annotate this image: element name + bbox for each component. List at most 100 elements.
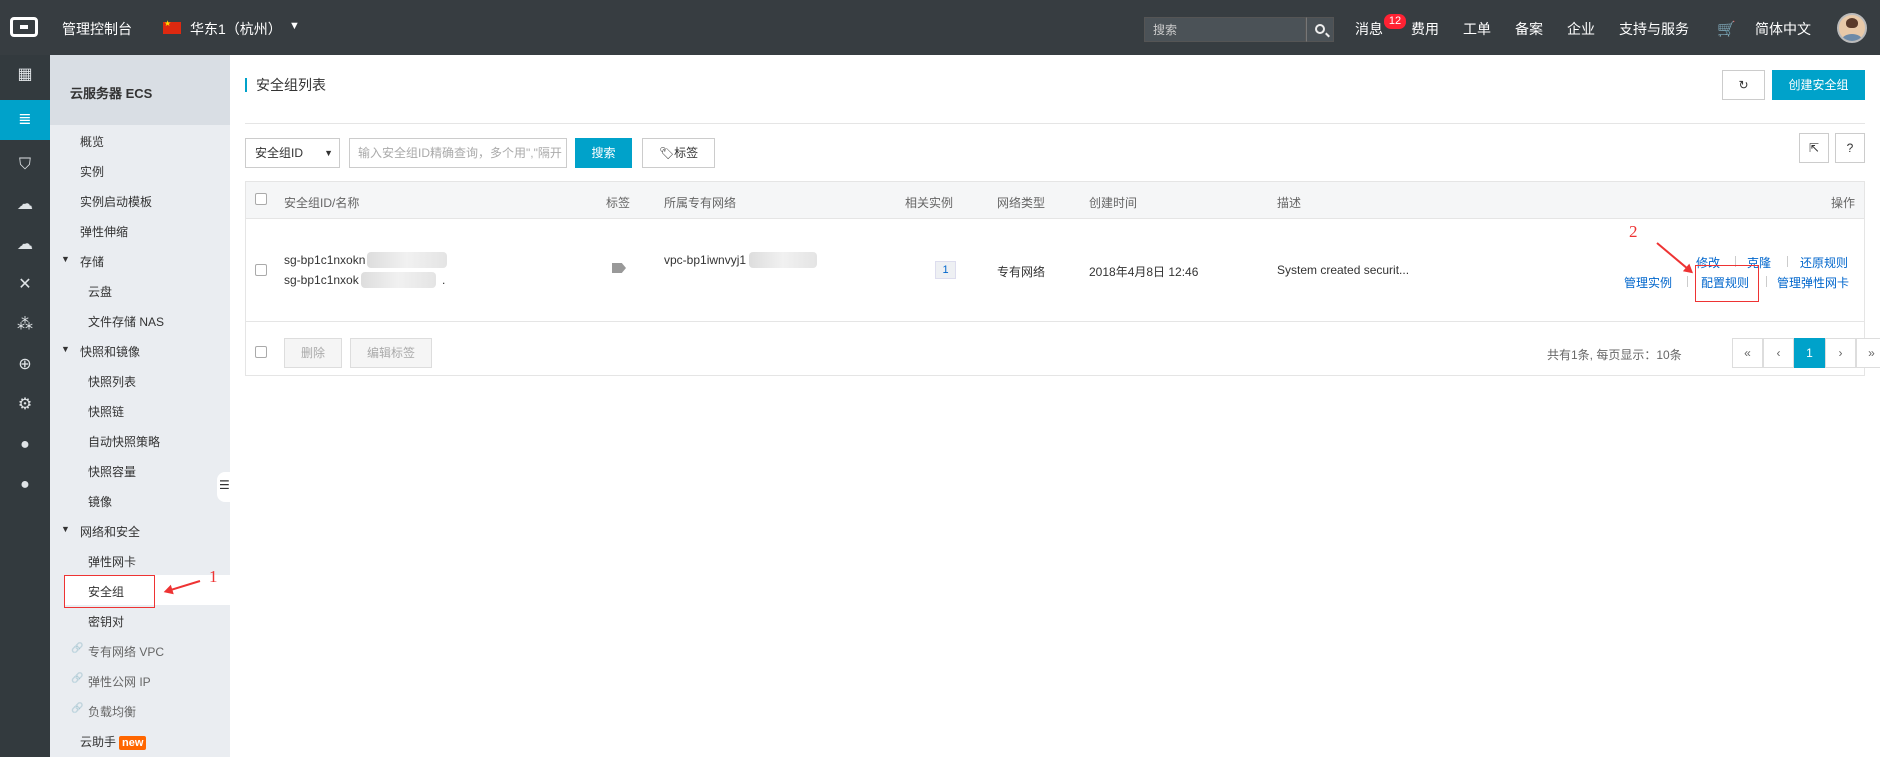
sidebar-item-disks[interactable]: 云盘 [88,283,112,300]
sidebar-item-snapshot-chain[interactable]: 快照链 [88,403,124,420]
top-search-input[interactable] [1153,22,1293,38]
table-header: 安全组ID/名称 标签 所属专有网络 相关实例 网络类型 创建时间 描述 操作 [246,182,1864,219]
network-type: 专有网络 [997,265,1046,279]
cart-icon[interactable]: 🛒 [1717,20,1736,38]
sidebar-header: 云服务器 ECS [50,55,230,125]
security-group-id[interactable]: sg-bp1c1nxokn [284,253,365,267]
nav-language[interactable]: 简体中文 [1755,19,1811,39]
security-group-query-input[interactable] [349,138,567,168]
tag-icon[interactable] [612,263,626,273]
footer-select-all-checkbox[interactable] [255,346,267,358]
select-all-checkbox[interactable] [255,193,267,205]
sidebar-item-auto-scaling[interactable]: 弹性伸缩 [80,223,128,240]
divider [1766,276,1767,287]
cloud-icon[interactable]: ☁ [0,185,50,225]
prev-page-button[interactable]: ‹ [1763,338,1794,368]
nav-billing[interactable]: 费用 [1411,19,1439,39]
nav-tickets[interactable]: 工单 [1463,19,1491,39]
top-search-button[interactable] [1306,17,1334,42]
search-button[interactable]: 搜索 [575,138,632,168]
table-footer: 删除 编辑标签 共有1条, 每页显示：10条 « ‹ 1 › » [246,323,1880,375]
circle-icon[interactable]: ● [0,465,50,505]
grid-icon[interactable]: ▦ [0,55,50,95]
sidebar-link-vpc[interactable]: 专有网络 VPC [71,643,164,660]
annotation-box-configure-rules [1695,265,1759,302]
restore-rules-link[interactable]: 还原规则 [1800,254,1848,271]
nav-support[interactable]: 支持与服务 [1619,19,1689,39]
search-field-select[interactable]: 安全组ID [245,138,340,168]
refresh-button[interactable]: ↻ [1722,70,1765,100]
nav-icp[interactable]: 备案 [1515,19,1543,39]
china-flag-icon [163,19,181,34]
col-created: 创建时间 [1089,196,1138,210]
edit-tags-button[interactable]: 编辑标签 [350,338,432,368]
caret-down-icon[interactable]: ▼ [289,20,300,32]
shield-icon[interactable]: ⛉ [0,145,50,185]
user-avatar[interactable] [1837,13,1867,43]
description: System created securit... [1277,263,1410,277]
create-security-group-button[interactable]: 创建安全组 [1772,70,1865,100]
region-selector[interactable]: 华东1（杭州） [190,19,282,39]
col-tags: 标签 [606,196,631,210]
redacted-blur [749,252,817,268]
sidebar-item-cloud-assistant[interactable]: 云助手 new [80,733,147,750]
nav-enterprise[interactable]: 企业 [1567,19,1595,39]
manage-eni-link[interactable]: 管理弹性网卡 [1777,274,1849,291]
sidebar-group-storage[interactable]: 存储 [61,253,104,270]
sidebar-item-images[interactable]: 镜像 [88,493,112,510]
security-group-name: sg-bp1c1nxok [284,273,359,287]
redacted-blur [367,252,447,268]
page-title: 安全组列表 [245,78,326,92]
row-checkbox[interactable] [255,264,267,276]
new-badge: new [119,736,147,750]
sidebar-item-snapshot-capacity[interactable]: 快照容量 [88,463,136,480]
col-description: 描述 [1277,196,1302,210]
top-search-box [1144,17,1306,42]
vpc-id[interactable]: vpc-bp1iwnvyj1 [664,253,746,267]
first-page-button[interactable]: « [1732,338,1763,368]
sidebar-item-key-pairs[interactable]: 密钥对 [88,613,124,630]
sidebar-link-slb[interactable]: 负载均衡 [71,703,136,720]
sidebar: 云服务器 ECS 概览 实例 实例启动模板 弹性伸缩 存储 云盘 文件存储 NA… [50,55,230,757]
page-1-button[interactable]: 1 [1794,338,1825,368]
sidebar-group-snapshots[interactable]: 快照和镜像 [61,343,140,360]
tag-filter-button[interactable]: 🏷标签 [642,138,715,168]
sidebar-item-launch-templates[interactable]: 实例启动模板 [80,193,152,210]
sidebar-item-nas[interactable]: 文件存储 NAS [88,313,164,330]
last-page-button[interactable]: » [1856,338,1880,368]
title-divider [245,123,1865,124]
circle-icon[interactable]: ● [0,425,50,465]
cloud-upload-icon[interactable]: ☁ [0,225,50,265]
sidebar-item-snapshot-list[interactable]: 快照列表 [88,373,136,390]
sidebar-collapse-handle[interactable] [217,472,230,502]
plugin-icon[interactable]: ⚙ [0,385,50,425]
export-icon: ⇱ [1808,141,1820,155]
product-icon-bar: ▦ ≣ ⛉ ☁ ☁ ✕ ⁂ ⊕ ⚙ ● ● [0,55,50,757]
delete-button[interactable]: 删除 [284,338,342,368]
sidebar-item-overview[interactable]: 概览 [80,133,104,150]
server-icon[interactable]: ≣ [0,100,50,140]
refresh-icon: ↻ [1738,78,1749,92]
sidebar-group-network-security[interactable]: 网络和安全 [61,523,140,540]
sidebar-item-instances[interactable]: 实例 [80,163,104,180]
aliyun-logo-icon[interactable] [10,17,38,37]
sidebar-item-eni[interactable]: 弹性网卡 [88,553,136,570]
network-icon[interactable]: ⁂ [0,305,50,345]
pagination-summary: 共有1条, 每页显示：10条 [1547,348,1682,362]
annotation-box-security-groups [64,575,155,608]
tools-icon[interactable]: ✕ [0,265,50,305]
next-page-button[interactable]: › [1825,338,1856,368]
created-time: 2018年4月8日 12:46 [1089,265,1199,279]
col-network-type: 网络类型 [997,196,1046,210]
col-actions: 操作 [1831,196,1856,210]
help-button[interactable]: ? [1835,133,1865,163]
console-link[interactable]: 管理控制台 [62,19,132,39]
sidebar-link-eip[interactable]: 弹性公网 IP [71,673,151,690]
globe-icon[interactable]: ⊕ [0,345,50,385]
export-button[interactable]: ⇱ [1799,133,1829,163]
manage-instances-link[interactable]: 管理实例 [1624,274,1672,291]
instance-count[interactable]: 1 [935,261,956,279]
sidebar-item-auto-snapshot-policy[interactable]: 自动快照策略 [88,433,160,450]
nav-messages[interactable]: 消息 [1355,19,1383,39]
tag-filter-label: 标签 [674,146,699,160]
